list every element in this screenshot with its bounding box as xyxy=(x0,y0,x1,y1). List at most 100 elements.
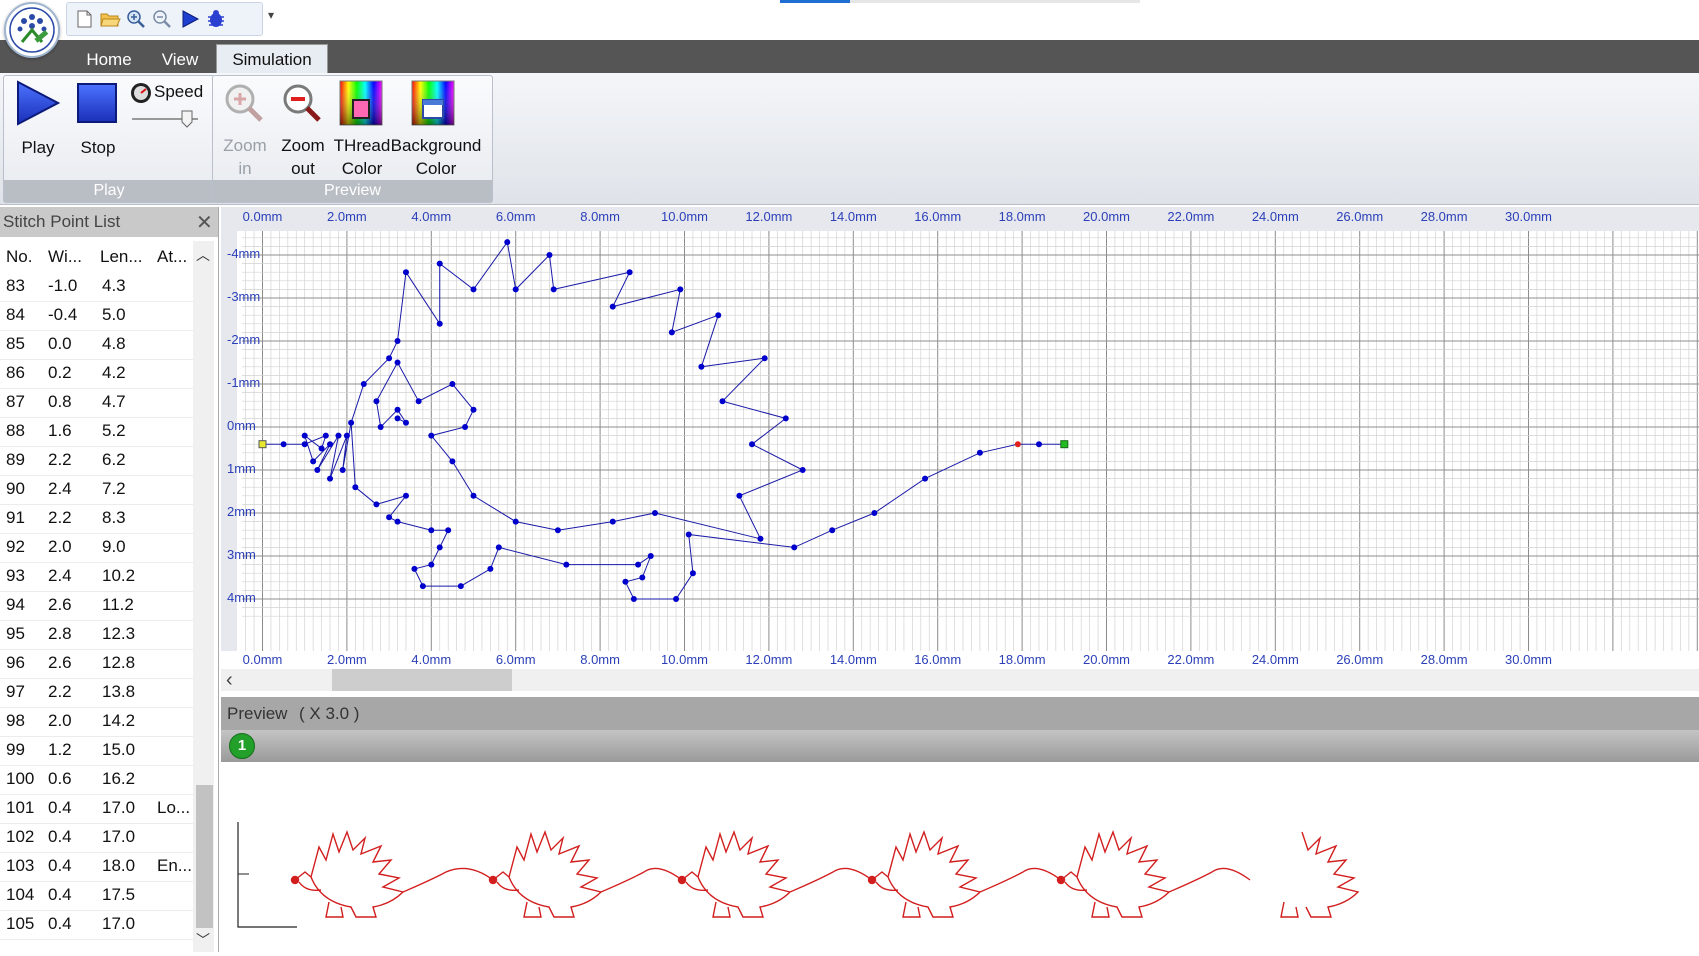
stitch-point xyxy=(630,596,637,602)
preview-title: Preview xyxy=(227,704,288,723)
stitch-row[interactable]: 102 0.4 17.0 xyxy=(0,823,195,853)
stop-button[interactable]: Stop xyxy=(68,136,128,159)
stitch-width: 2.2 xyxy=(48,682,72,701)
stitch-row[interactable]: 99 1.2 15.0 xyxy=(0,736,195,766)
thread-color-icon xyxy=(339,80,383,126)
tab-view[interactable]: View xyxy=(150,46,210,73)
stitch-row[interactable]: 90 2.4 7.2 xyxy=(0,475,195,505)
ruler-x-label: 18.0mm xyxy=(998,652,1046,667)
stitch-row[interactable]: 92 2.0 9.0 xyxy=(0,533,195,563)
stitch-point xyxy=(394,415,401,422)
play-button[interactable]: Play xyxy=(8,136,68,159)
ruler-x-label: 4.0mm xyxy=(411,652,452,667)
quick-access-more-button[interactable]: ▾ xyxy=(268,8,274,22)
stitch-row[interactable]: 83 -1.0 4.3 xyxy=(0,272,195,302)
ruler-x-label: 26.0mm xyxy=(1336,209,1384,224)
stitch-point xyxy=(626,269,633,276)
stitch-point xyxy=(698,363,705,370)
scroll-up-icon[interactable]: ︿ xyxy=(196,245,210,265)
stitch-length: 8.3 xyxy=(102,508,126,527)
stitch-point xyxy=(318,445,325,452)
stitch-row[interactable]: 105 0.4 17.0 xyxy=(0,910,195,940)
tab-home[interactable]: Home xyxy=(75,46,143,73)
stitch-number: 100 xyxy=(6,769,35,788)
stitch-width: 2.2 xyxy=(48,508,72,527)
connecting-stitch xyxy=(789,867,873,893)
zoom-out-button[interactable]: Zoom out xyxy=(273,134,333,180)
zoom-out-icon[interactable] xyxy=(151,9,173,29)
hedgehog xyxy=(488,829,602,918)
play-group: Play Stop Speed Play xyxy=(3,75,215,203)
stitch-row[interactable]: 91 2.2 8.3 xyxy=(0,504,195,534)
stitch-number: 96 xyxy=(6,653,25,672)
stitch-point xyxy=(394,518,401,525)
stitch-point xyxy=(322,432,329,439)
stitch-width: 2.0 xyxy=(48,537,72,556)
background-color-label-line2: Color xyxy=(415,159,457,178)
stitch-row[interactable]: 94 2.6 11.2 xyxy=(0,591,195,621)
quick-access-toolbar xyxy=(66,2,263,36)
bug-icon[interactable] xyxy=(205,9,227,29)
stitch-row[interactable]: 104 0.4 17.5 xyxy=(0,881,195,911)
stitch-point xyxy=(436,544,443,551)
stitch-row[interactable]: 87 0.8 4.7 xyxy=(0,388,195,418)
stitch-length: 5.2 xyxy=(102,421,126,440)
column-header-width[interactable]: Wi... xyxy=(48,247,82,267)
stitch-row[interactable]: 101 0.4 17.0 Lo... xyxy=(0,794,195,824)
stitch-point xyxy=(394,338,401,344)
open-folder-icon[interactable] xyxy=(99,9,121,29)
stitch-number: 89 xyxy=(6,450,25,469)
stitch-length: 5.0 xyxy=(102,305,126,324)
thread-1-badge[interactable]: 1 xyxy=(229,733,255,759)
stitch-row[interactable]: 95 2.8 12.3 xyxy=(0,620,195,650)
stitch-panel-title: Stitch Point List xyxy=(3,212,121,231)
connecting-stitch xyxy=(402,867,494,893)
stitch-row[interactable]: 100 0.6 16.2 xyxy=(0,765,195,795)
stitch-length: 11.2 xyxy=(102,595,134,614)
stitch-row[interactable]: 103 0.4 18.0 En... xyxy=(0,852,195,882)
stitch-width: -0.4 xyxy=(48,305,78,324)
zoom-in-icon[interactable] xyxy=(125,9,147,29)
stitch-row[interactable]: 85 0.0 4.8 xyxy=(0,330,195,360)
scroll-left-icon[interactable]: ‹ xyxy=(226,669,233,692)
stitch-point xyxy=(1014,441,1021,448)
speed-slider-thumb[interactable] xyxy=(180,110,194,128)
stitch-width: 0.4 xyxy=(48,914,72,933)
stitch-row[interactable]: 88 1.6 5.2 xyxy=(0,417,195,447)
stitch-row[interactable]: 84 -0.4 5.0 xyxy=(0,301,195,331)
stitch-row[interactable]: 89 2.2 6.2 xyxy=(0,446,195,476)
column-header-length[interactable]: Len... xyxy=(100,247,143,267)
stitch-number: 102 xyxy=(6,827,35,846)
stitch-number: 97 xyxy=(6,682,25,701)
stitch-row[interactable]: 96 2.6 12.8 xyxy=(0,649,195,679)
stitch-point xyxy=(327,441,334,448)
stitch-row[interactable]: 86 0.2 4.2 xyxy=(0,359,195,389)
play-icon[interactable] xyxy=(179,9,201,29)
app-logo[interactable] xyxy=(4,2,60,58)
hedgehog-outline xyxy=(1280,831,1360,918)
preview-header xyxy=(221,697,1699,730)
stitch-point xyxy=(736,492,743,499)
stitch-grid[interactable] xyxy=(221,207,1699,651)
connecting-stitch xyxy=(1168,867,1251,893)
zoom-in-button[interactable]: Zoom in xyxy=(215,134,275,180)
stitch-row[interactable]: 98 2.0 14.2 xyxy=(0,707,195,737)
close-icon[interactable]: ✕ xyxy=(196,210,213,235)
stitch-point xyxy=(394,359,401,366)
stitch-row[interactable]: 97 2.2 13.8 xyxy=(0,678,195,708)
column-header-number[interactable]: No. xyxy=(6,247,32,267)
stitch-length: 4.8 xyxy=(102,334,126,353)
tab-simulation[interactable]: Simulation xyxy=(216,44,328,74)
zoom-out-label-line2: out xyxy=(291,159,315,178)
ruler-y-label: 4mm xyxy=(227,590,256,605)
scroll-down-icon[interactable]: ﹀ xyxy=(196,930,210,950)
stitch-point xyxy=(327,475,334,482)
grid-scroll-thumb[interactable] xyxy=(332,669,512,691)
background-color-button[interactable]: Background Color xyxy=(383,134,489,180)
stitch-length: 13.8 xyxy=(102,682,136,701)
stitch-row[interactable]: 93 2.4 10.2 xyxy=(0,562,195,592)
ribbon: Play Stop Speed Play Zoom in Zoom out TH… xyxy=(0,73,1699,205)
stitch-list-scroll-thumb[interactable] xyxy=(196,785,213,928)
column-header-attribute[interactable]: At... xyxy=(157,247,187,267)
new-file-icon[interactable] xyxy=(73,9,95,29)
